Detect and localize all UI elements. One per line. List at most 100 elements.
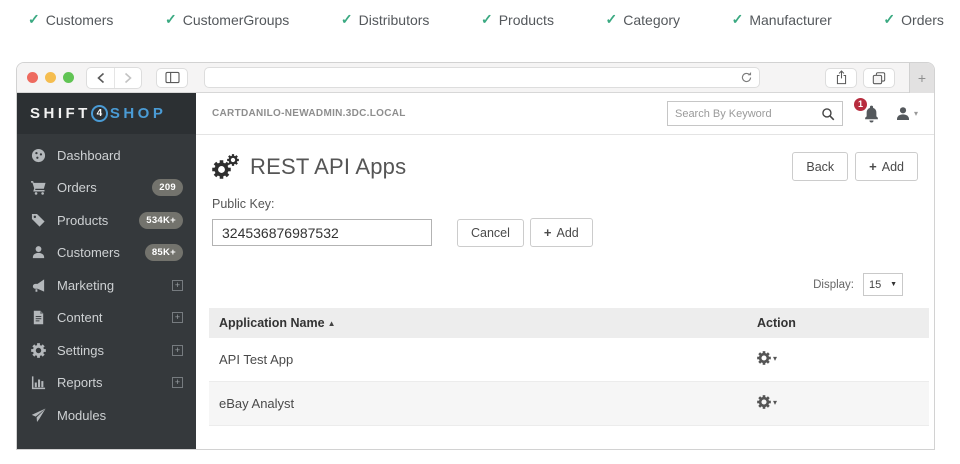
app-name-cell: API Test App: [209, 352, 757, 367]
checklist-label: Manufacturer: [749, 12, 831, 28]
sidebar-item-settings[interactable]: Settings +: [17, 334, 196, 367]
reload-icon[interactable]: [740, 71, 753, 84]
check-icon: ✓: [165, 11, 177, 28]
shift4shop-logo: SHIFT 4 SHOP: [17, 93, 196, 134]
browser-window: + SHIFT 4 SHOP Dashboard Orders 209: [16, 62, 935, 450]
tab-overview-button[interactable]: [863, 68, 895, 88]
sidebar-item-products[interactable]: Products 534K+: [17, 204, 196, 237]
chevron-down-icon: ▾: [773, 354, 777, 363]
minimize-window-button[interactable]: [45, 72, 56, 83]
display-count-select[interactable]: 15 ▼: [863, 273, 903, 296]
admin-app: SHIFT 4 SHOP Dashboard Orders 209 Produc…: [17, 93, 934, 450]
sidebar-item-label: Modules: [57, 408, 106, 423]
cart-icon: [31, 180, 46, 195]
sidebar-item-modules[interactable]: Modules: [17, 399, 196, 432]
search-input[interactable]: [675, 108, 821, 120]
content-header: CARTDANILO-NEWADMIN.3DC.LOCAL 1 ▾: [196, 93, 934, 135]
check-icon: ✓: [341, 11, 353, 28]
api-apps-table: Application Name ▲ Action API Test App ▾: [209, 308, 929, 426]
expand-plus-icon[interactable]: +: [172, 312, 183, 323]
sort-asc-icon: ▲: [328, 319, 336, 328]
check-icon: ✓: [732, 11, 744, 28]
checklist-label: Customers: [46, 12, 114, 28]
app-name-cell: eBay Analyst: [209, 396, 757, 411]
sidebar-item-content[interactable]: Content +: [17, 302, 196, 335]
forward-nav-button[interactable]: [114, 68, 141, 88]
checklist-item-customergroups: ✓CustomerGroups: [165, 11, 289, 28]
table-row: API Test App ▾: [209, 338, 929, 382]
sidebar-item-label: Orders: [57, 180, 97, 195]
keyword-search-box: [667, 101, 843, 126]
sidebar-item-label: Marketing: [57, 278, 114, 293]
back-nav-button[interactable]: [87, 68, 114, 88]
table-row: eBay Analyst ▾: [209, 382, 929, 426]
sidebar-item-reports[interactable]: Reports +: [17, 367, 196, 400]
chevron-down-icon: ▾: [914, 109, 918, 118]
sidebar-item-customers[interactable]: Customers 85K+: [17, 237, 196, 270]
column-application-name[interactable]: Application Name ▲: [209, 316, 757, 330]
user-menu-button[interactable]: ▾: [895, 106, 918, 122]
new-tab-button[interactable]: +: [909, 63, 934, 93]
sidebar-nav: Dashboard Orders 209 Products 534K+ Cust…: [17, 134, 196, 432]
sidebar-item-marketing[interactable]: Marketing +: [17, 269, 196, 302]
search-icon[interactable]: [821, 107, 835, 121]
close-window-button[interactable]: [27, 72, 38, 83]
expand-plus-icon[interactable]: +: [172, 345, 183, 356]
row-action-menu-button[interactable]: ▾: [757, 395, 777, 409]
gear-icon: [757, 395, 771, 409]
sidebar-item-dashboard[interactable]: Dashboard: [17, 139, 196, 172]
sidebar-toggle-button[interactable]: [156, 68, 188, 88]
dashboard-icon: [31, 148, 46, 163]
display-count-value: 15: [869, 279, 881, 291]
chevron-down-icon: ▾: [773, 398, 777, 407]
plus-icon: +: [918, 70, 926, 86]
customers-count-badge: 85K+: [145, 244, 183, 261]
toolbar-right-buttons: +: [825, 63, 934, 93]
share-button[interactable]: [825, 68, 857, 88]
display-count-row: Display: 15 ▼: [196, 247, 934, 308]
confirm-add-button[interactable]: +Add: [530, 218, 593, 247]
public-key-input[interactable]: [212, 219, 432, 246]
notifications-button[interactable]: 1: [863, 105, 880, 123]
cogs-icon: [31, 343, 46, 358]
checklist-item-orders: ✓ Orders: [883, 11, 944, 28]
address-bar[interactable]: [204, 67, 760, 88]
check-icon: ✓: [883, 11, 895, 28]
checklist-item-manufacturer: ✓ Manufacturer: [732, 11, 832, 28]
sidebar-item-orders[interactable]: Orders 209: [17, 172, 196, 205]
check-icon: ✓: [481, 11, 493, 28]
products-count-badge: 534K+: [139, 212, 183, 229]
notification-count-badge: 1: [852, 96, 869, 113]
row-action-menu-button[interactable]: ▾: [757, 351, 777, 365]
megaphone-icon: [31, 278, 46, 293]
back-button[interactable]: Back: [792, 152, 848, 181]
add-app-button[interactable]: +Add: [855, 152, 918, 181]
zoom-window-button[interactable]: [63, 72, 74, 83]
column-action: Action: [757, 316, 929, 330]
tags-icon: [31, 213, 46, 228]
sidebar-item-label: Reports: [57, 375, 103, 390]
sidebar-item-label: Dashboard: [57, 148, 121, 163]
plus-icon: +: [869, 159, 877, 174]
expand-plus-icon[interactable]: +: [172, 280, 183, 291]
checklist-label: Orders: [901, 12, 944, 28]
nav-buttons: [86, 67, 142, 89]
checklist-item-category: ✓Category: [606, 11, 681, 28]
gear-icon: [757, 351, 771, 365]
page-title: REST API Apps: [250, 154, 406, 180]
check-icon: ✓: [606, 11, 618, 28]
checklist-item-products: ✓ Products: [481, 11, 554, 28]
logo-four-circle: 4: [91, 105, 108, 122]
cancel-button[interactable]: Cancel: [457, 219, 524, 247]
checklist-label: Products: [499, 12, 554, 28]
sidebar-item-label: Content: [57, 310, 103, 325]
checklist-item-customers: ✓ Customers: [28, 11, 113, 28]
sidebar: SHIFT 4 SHOP Dashboard Orders 209 Produc…: [17, 93, 196, 450]
checklist-item-distributors: ✓ Distributors: [341, 11, 430, 28]
expand-plus-icon[interactable]: +: [172, 377, 183, 388]
check-icon: ✓: [28, 11, 40, 28]
window-controls: [27, 72, 74, 83]
checklist-label: Distributors: [359, 12, 430, 28]
user-icon: [31, 245, 46, 260]
setup-checklist-bar: ✓ Customers ✓CustomerGroups ✓ Distributors…: [0, 0, 960, 28]
